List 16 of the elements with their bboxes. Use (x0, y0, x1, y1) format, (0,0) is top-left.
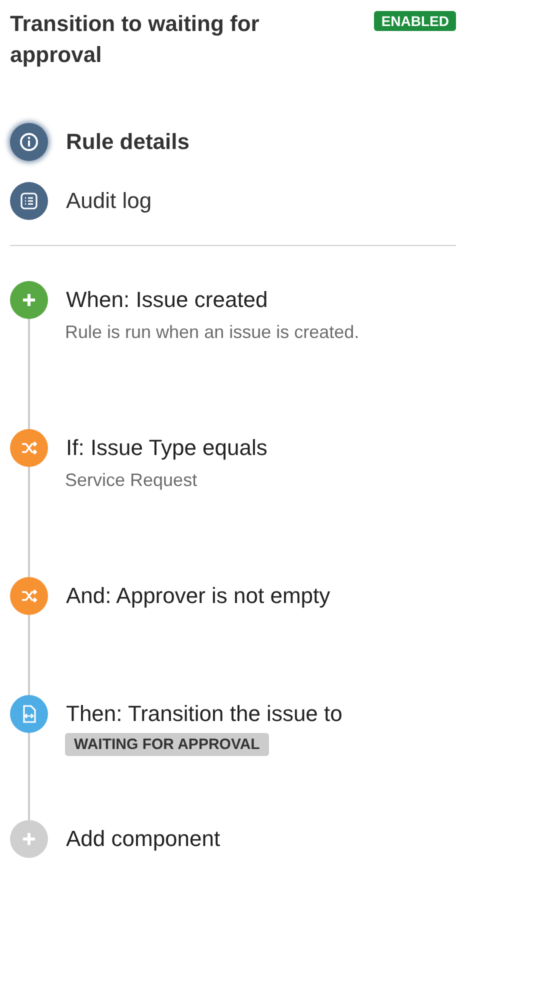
info-icon (19, 132, 39, 152)
menu-item[interactable]: Rule details (66, 129, 190, 155)
list-icon (19, 191, 39, 211)
step-description: Rule is run when an issue is created. (65, 322, 360, 342)
step-title: If: Issue Type equals (66, 435, 268, 461)
menu-item[interactable]: Audit log (66, 188, 152, 214)
rule-title: Transition to waiting for approval (10, 10, 260, 69)
menu-icon-button[interactable] (10, 182, 48, 220)
add-component-link[interactable]: Add component (66, 826, 220, 852)
status-badge: ENABLED (374, 11, 456, 31)
status-lozenge: WAITING FOR APPROVAL (65, 733, 269, 756)
step-title: Then: Transition the issue to (66, 701, 342, 727)
menu-icon-button[interactable] (10, 123, 48, 161)
step-title: When: Issue created (66, 287, 268, 313)
step-title: And: Approver is not empty (66, 583, 330, 609)
step-description: Service Request (65, 470, 198, 490)
